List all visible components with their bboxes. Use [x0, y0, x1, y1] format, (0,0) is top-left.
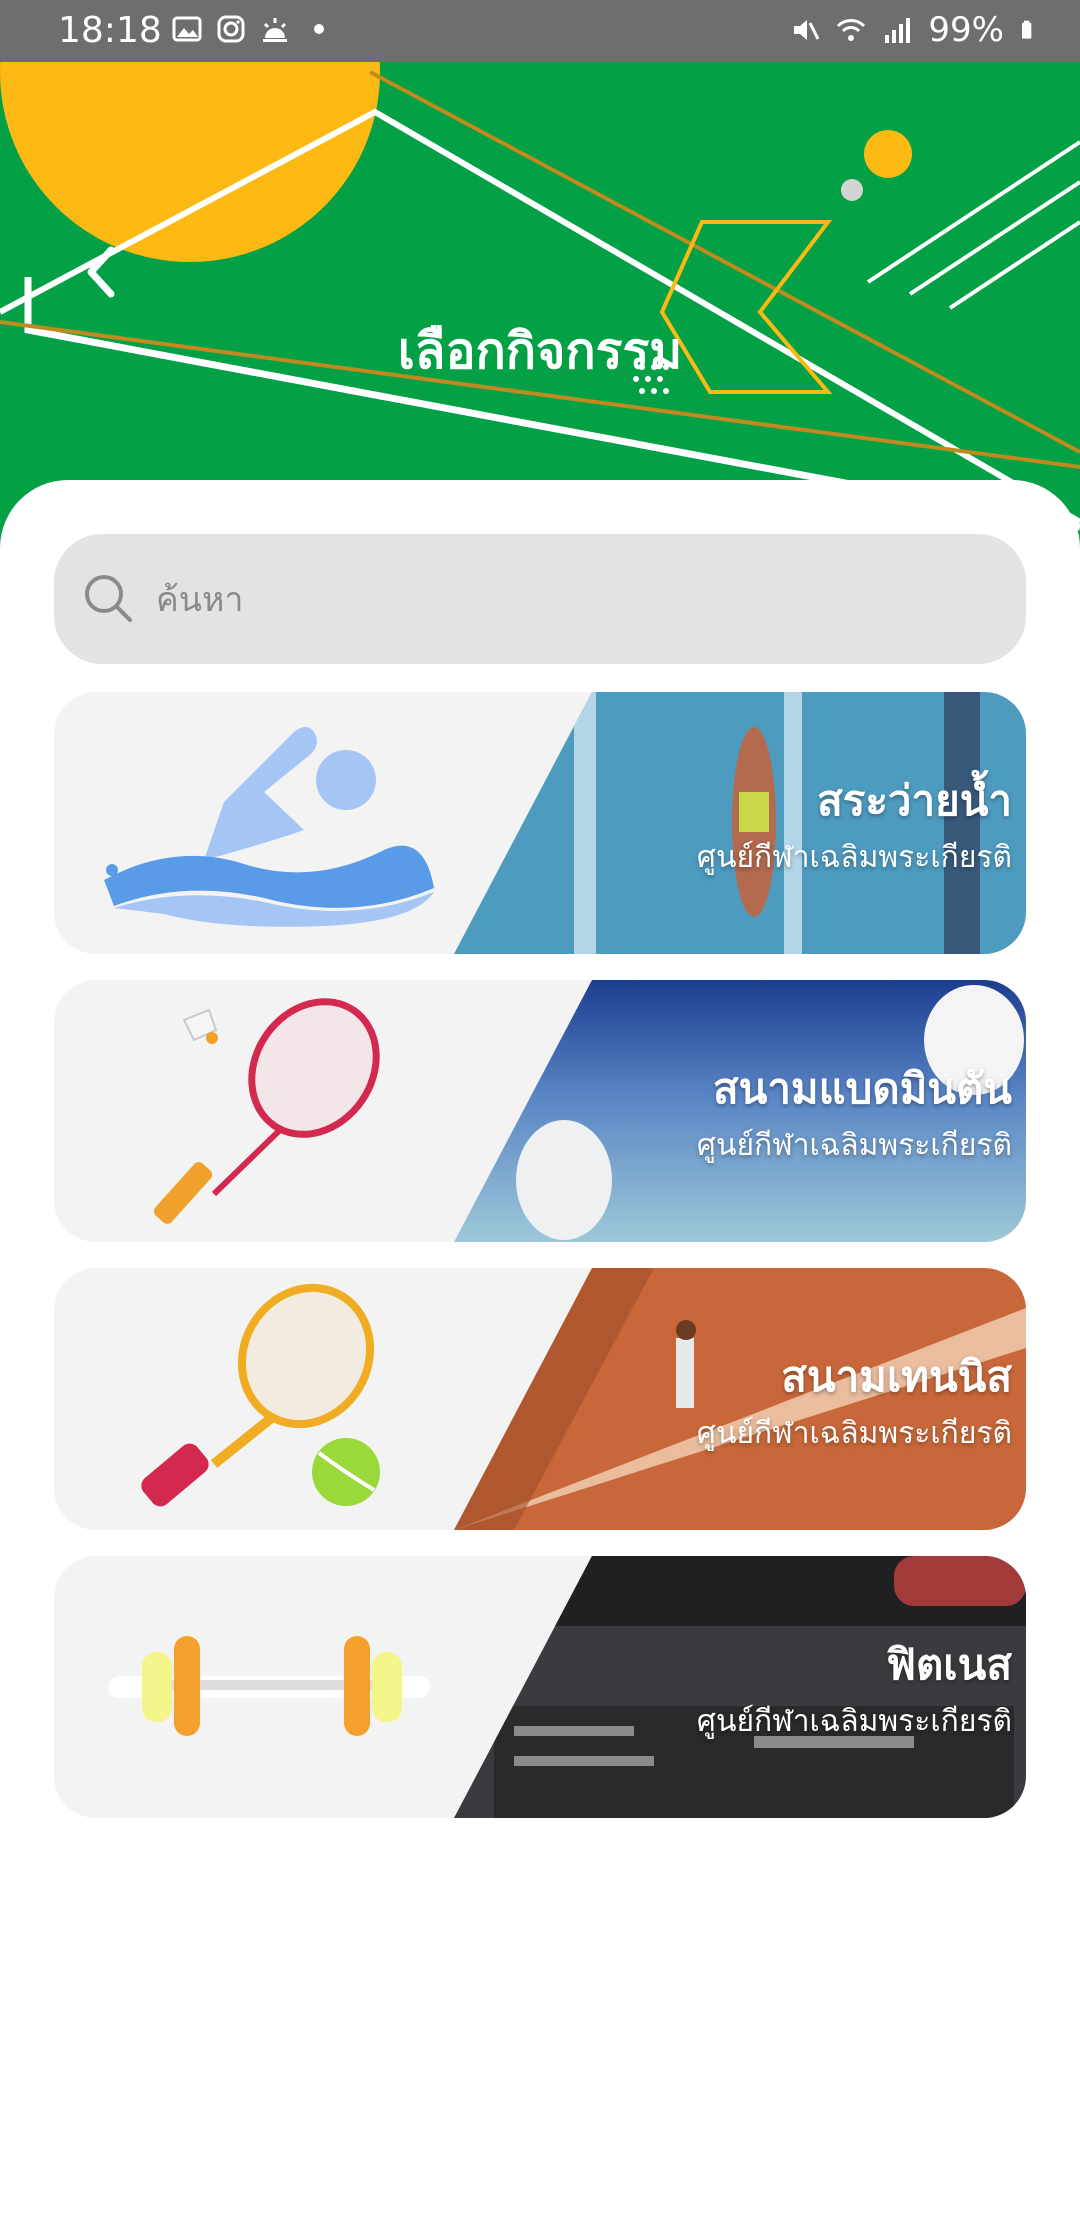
- gallery-icon: [172, 16, 202, 42]
- battery-icon: [1022, 20, 1032, 39]
- card-title: สนามแบดมินตัน: [712, 1064, 1012, 1113]
- instagram-icon: [217, 15, 245, 43]
- activity-card-badminton[interactable]: สนามแบดมินตัน ศูนย์กีฬาเฉลิมพระเกียรติ: [54, 980, 1026, 1242]
- signal-icon: [885, 18, 911, 43]
- card-title: สนามเทนนิส: [781, 1352, 1012, 1401]
- card-title: สระว่ายน้ำ: [817, 776, 1012, 825]
- battery-percent: 99%: [928, 10, 1004, 50]
- search-bar[interactable]: [54, 534, 1026, 666]
- badminton-racket-icon: [153, 998, 380, 1224]
- content-panel: สระว่ายน้ำ ศูนย์กีฬาเฉลิมพระเกียรติ สนาม…: [0, 480, 1080, 2220]
- swimming-photo: สระว่ายน้ำ ศูนย์กีฬาเฉลิมพระเกียรติ: [454, 692, 1026, 954]
- tennis-racket-icon: [141, 1283, 380, 1507]
- mute-icon: [794, 20, 820, 40]
- status-bar: 18:18 99%: [0, 0, 1080, 62]
- weather-icon: [263, 18, 287, 42]
- card-subtitle: ศูนย์กีฬาเฉลิมพระเกียรติ: [696, 1128, 1012, 1163]
- status-time: 18:18: [58, 10, 162, 51]
- fitness-photo: ฟิตเนส ศูนย์กีฬาเฉลิมพระเกียรติ: [454, 1556, 1026, 1818]
- wifi-icon: [837, 19, 866, 41]
- page-title: เลือกกิจกรรม: [397, 322, 683, 380]
- activity-card-fitness[interactable]: ฟิตเนส ศูนย์กีฬาเฉลิมพระเกียรติ: [54, 1556, 1026, 1818]
- dot-icon: [314, 24, 324, 34]
- card-subtitle: ศูนย์กีฬาเฉลิมพระเกียรติ: [696, 1416, 1012, 1451]
- chevron-left-icon: [87, 246, 115, 298]
- tennis-photo: สนามเทนนิส ศูนย์กีฬาเฉลิมพระเกียรติ: [454, 1268, 1026, 1530]
- swimmer-icon: [104, 726, 434, 927]
- search-input[interactable]: [154, 534, 998, 666]
- card-title: ฟิตเนส: [886, 1640, 1012, 1689]
- card-subtitle: ศูนย์กีฬาเฉลิมพระเกียรติ: [696, 1704, 1012, 1739]
- card-subtitle: ศูนย์กีฬาเฉลิมพระเกียรติ: [696, 840, 1012, 875]
- activity-card-tennis[interactable]: สนามเทนนิส ศูนย์กีฬาเฉลิมพระเกียรติ: [54, 1268, 1026, 1530]
- activity-card-swimming[interactable]: สระว่ายน้ำ ศูนย์กีฬาเฉลิมพระเกียรติ: [54, 692, 1026, 954]
- badminton-photo: สนามแบดมินตัน ศูนย์กีฬาเฉลิมพระเกียรติ: [454, 980, 1026, 1242]
- search-icon: [85, 575, 132, 622]
- dumbbell-icon: [108, 1636, 430, 1736]
- back-button[interactable]: [70, 232, 130, 312]
